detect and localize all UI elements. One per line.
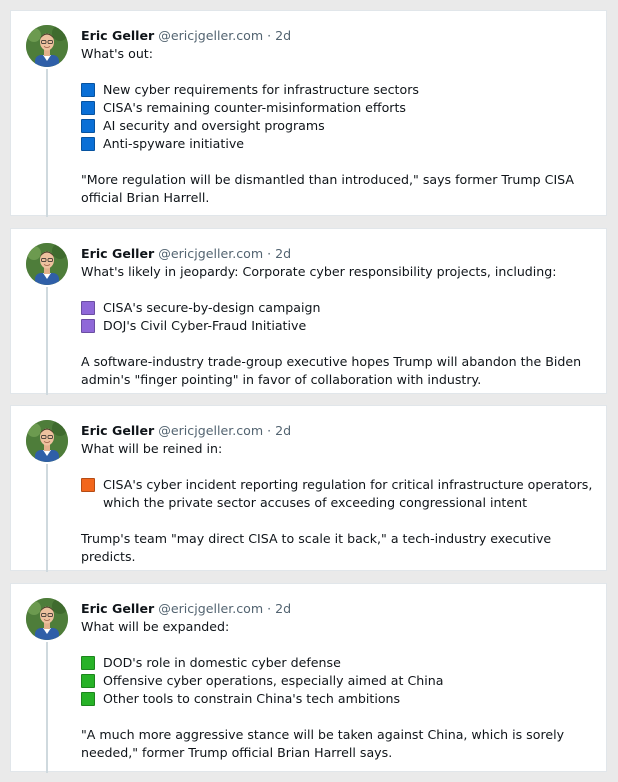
thread-line: [46, 69, 48, 217]
list-item: Anti-spyware initiative: [81, 135, 598, 153]
list-item: Offensive cyber operations, especially a…: [81, 672, 598, 690]
list-item-text: Other tools to constrain China's tech am…: [103, 691, 401, 706]
green-square-icon: [81, 692, 95, 706]
post-header: Eric Geller @ericjgeller.com · 2d: [81, 27, 598, 45]
post-header: Eric Geller @ericjgeller.com · 2d: [81, 245, 598, 263]
post-header: Eric Geller @ericjgeller.com · 2d: [81, 422, 598, 440]
green-square-icon: [81, 674, 95, 688]
list-item-text: New cyber requirements for infrastructur…: [103, 82, 419, 97]
post-closing: A software-industry trade-group executiv…: [81, 354, 582, 387]
author-avatar[interactable]: [26, 420, 68, 462]
blue-square-icon: [81, 137, 95, 151]
post-timestamp[interactable]: 2d: [275, 246, 291, 261]
post-card[interactable]: Eric Geller @ericjgeller.com · 2d What's…: [10, 228, 607, 395]
header-separator: ·: [267, 601, 272, 616]
post-closing: "More regulation will be dismantled than…: [81, 172, 575, 205]
author-handle[interactable]: @ericjgeller.com: [158, 28, 263, 43]
post-content: Eric Geller @ericjgeller.com · 2d What's…: [81, 27, 598, 207]
list-item: DOD's role in domestic cyber defense: [81, 654, 598, 672]
author-avatar[interactable]: [26, 243, 68, 285]
list-item: CISA's cyber incident reporting regulati…: [81, 476, 598, 512]
post-card[interactable]: Eric Geller @ericjgeller.com · 2d What w…: [10, 583, 607, 773]
post-content: Eric Geller @ericjgeller.com · 2d What's…: [81, 245, 598, 389]
profile-photo-icon: [26, 243, 68, 285]
blue-square-icon: [81, 101, 95, 115]
list-item: New cyber requirements for infrastructur…: [81, 81, 598, 99]
author-avatar[interactable]: [26, 25, 68, 67]
author-handle[interactable]: @ericjgeller.com: [158, 423, 263, 438]
list-item: CISA's secure-by-design campaign: [81, 299, 598, 317]
post-intro: What will be expanded:: [81, 619, 230, 634]
header-separator: ·: [267, 423, 272, 438]
purple-square-icon: [81, 319, 95, 333]
post-content: Eric Geller @ericjgeller.com · 2d What w…: [81, 600, 598, 762]
post-closing: Trump's team "may direct CISA to scale i…: [81, 531, 552, 564]
list-item: AI security and oversight programs: [81, 117, 598, 135]
profile-photo-icon: [26, 25, 68, 67]
purple-square-icon: [81, 301, 95, 315]
author-name[interactable]: Eric Geller: [81, 28, 154, 43]
list-item: Other tools to constrain China's tech am…: [81, 690, 598, 708]
orange-square-icon: [81, 478, 95, 492]
author-name[interactable]: Eric Geller: [81, 246, 154, 261]
blue-square-icon: [81, 119, 95, 133]
profile-photo-icon: [26, 598, 68, 640]
author-handle[interactable]: @ericjgeller.com: [158, 246, 263, 261]
author-name[interactable]: Eric Geller: [81, 601, 154, 616]
list-item-text: CISA's remaining counter-misinformation …: [103, 100, 406, 115]
blue-square-icon: [81, 83, 95, 97]
list-item: CISA's remaining counter-misinformation …: [81, 99, 598, 117]
list-item-text: Anti-spyware initiative: [103, 136, 245, 151]
list-item-text: Offensive cyber operations, especially a…: [103, 673, 444, 688]
post-content: Eric Geller @ericjgeller.com · 2d What w…: [81, 422, 598, 566]
thread-line: [46, 287, 48, 395]
list-item-text: DOJ's Civil Cyber-Fraud Initiative: [103, 318, 307, 333]
header-separator: ·: [267, 28, 272, 43]
post-timestamp[interactable]: 2d: [275, 601, 291, 616]
post-closing: "A much more aggressive stance will be t…: [81, 727, 565, 760]
post-timestamp[interactable]: 2d: [275, 28, 291, 43]
post-intro: What's out:: [81, 46, 153, 61]
author-handle[interactable]: @ericjgeller.com: [158, 601, 263, 616]
header-separator: ·: [267, 246, 272, 261]
author-name[interactable]: Eric Geller: [81, 423, 154, 438]
list-item-text: AI security and oversight programs: [103, 118, 325, 133]
list-item: DOJ's Civil Cyber-Fraud Initiative: [81, 317, 598, 335]
post-timestamp[interactable]: 2d: [275, 423, 291, 438]
list-item-text: CISA's cyber incident reporting regulati…: [103, 477, 593, 510]
thread-line: [46, 642, 48, 773]
green-square-icon: [81, 656, 95, 670]
post-header: Eric Geller @ericjgeller.com · 2d: [81, 600, 598, 618]
author-avatar[interactable]: [26, 598, 68, 640]
list-item-text: CISA's secure-by-design campaign: [103, 300, 321, 315]
post-intro: What's likely in jeopardy: Corporate cyb…: [81, 264, 557, 279]
post-card[interactable]: Eric Geller @ericjgeller.com · 2d What w…: [10, 405, 607, 572]
post-card[interactable]: Eric Geller @ericjgeller.com · 2d What's…: [10, 10, 607, 217]
thread-line: [46, 464, 48, 572]
profile-photo-icon: [26, 420, 68, 462]
list-item-text: DOD's role in domestic cyber defense: [103, 655, 341, 670]
post-intro: What will be reined in:: [81, 441, 223, 456]
